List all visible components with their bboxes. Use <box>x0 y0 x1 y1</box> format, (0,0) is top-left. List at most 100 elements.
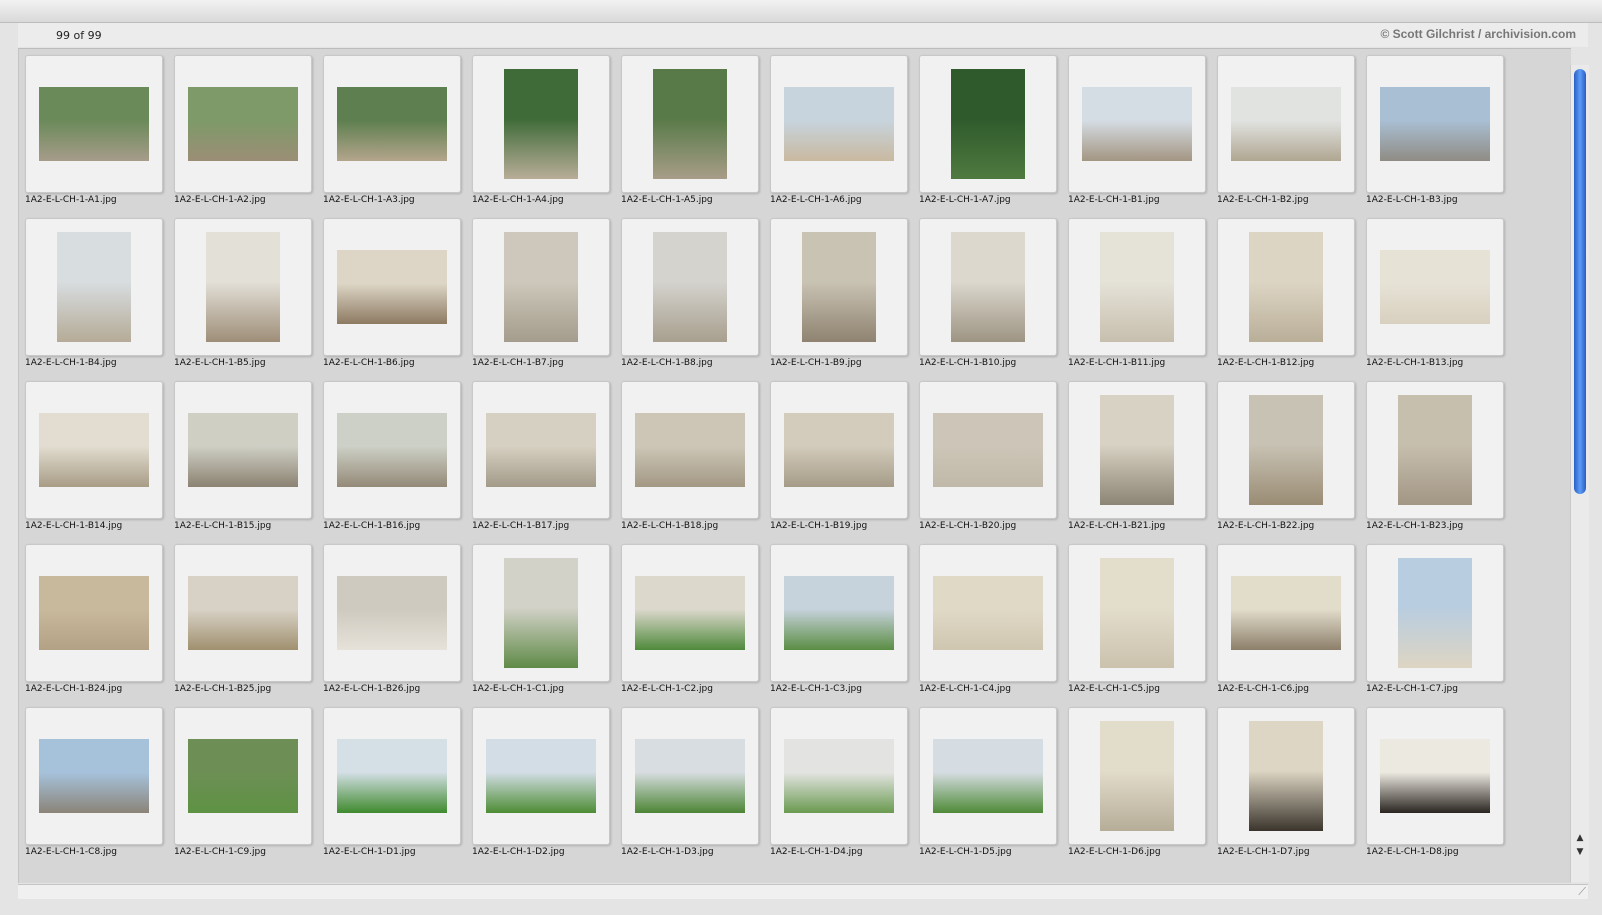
thumbnail-card[interactable] <box>472 381 610 519</box>
thumbnail-cell[interactable]: 1A2-E-L-CH-1-D2.jpg <box>466 701 610 861</box>
thumbnail-image[interactable] <box>1398 558 1472 668</box>
thumbnail-card[interactable] <box>770 381 908 519</box>
thumbnail-cell[interactable]: 1A2-E-L-CH-1-B18.jpg <box>615 375 759 535</box>
thumbnail-image[interactable] <box>1100 232 1174 342</box>
thumbnail-cell[interactable]: 1A2-E-L-CH-1-A5.jpg <box>615 49 759 209</box>
thumbnail-image[interactable] <box>39 739 149 813</box>
thumbnail-image[interactable] <box>504 232 578 342</box>
thumbnail-image[interactable] <box>784 576 894 650</box>
thumbnail-card[interactable] <box>919 544 1057 682</box>
thumbnail-image[interactable] <box>39 413 149 487</box>
thumbnail-image[interactable] <box>337 739 447 813</box>
thumbnail-card[interactable] <box>1068 381 1206 519</box>
thumbnail-card[interactable] <box>1068 544 1206 682</box>
thumbnail-card[interactable] <box>919 55 1057 193</box>
thumbnail-cell[interactable]: 1A2-E-L-CH-1-B2.jpg <box>1211 49 1355 209</box>
thumbnail-card[interactable] <box>323 55 461 193</box>
thumbnail-card[interactable] <box>1068 707 1206 845</box>
thumbnail-image[interactable] <box>337 576 447 650</box>
thumbnail-image[interactable] <box>784 87 894 161</box>
thumbnail-card[interactable] <box>323 544 461 682</box>
thumbnail-card[interactable] <box>174 544 312 682</box>
thumbnail-card[interactable] <box>323 707 461 845</box>
thumbnail-cell[interactable]: 1A2-E-L-CH-1-B26.jpg <box>317 538 461 698</box>
thumbnail-cell[interactable]: 1A2-E-L-CH-1-C4.jpg <box>913 538 1057 698</box>
thumbnail-card[interactable] <box>174 707 312 845</box>
resize-grip-icon[interactable]: ⟋ <box>1574 886 1586 898</box>
thumbnail-cell[interactable]: 1A2-E-L-CH-1-B3.jpg <box>1360 49 1504 209</box>
thumbnail-card[interactable] <box>472 55 610 193</box>
thumbnail-image[interactable] <box>1398 395 1472 505</box>
thumbnail-card[interactable] <box>472 707 610 845</box>
thumbnail-cell[interactable]: 1A2-E-L-CH-1-D3.jpg <box>615 701 759 861</box>
thumbnail-image[interactable] <box>1100 721 1174 831</box>
thumbnail-card[interactable] <box>1217 55 1355 193</box>
thumbnail-image[interactable] <box>1100 395 1174 505</box>
thumbnail-image[interactable] <box>784 413 894 487</box>
thumbnail-cell[interactable]: 1A2-E-L-CH-1-C9.jpg <box>168 701 312 861</box>
thumbnail-card[interactable] <box>25 381 163 519</box>
thumbnail-image[interactable] <box>653 232 727 342</box>
thumbnail-image[interactable] <box>337 250 447 324</box>
thumbnail-image[interactable] <box>39 87 149 161</box>
thumbnail-image[interactable] <box>188 87 298 161</box>
thumbnail-cell[interactable]: 1A2-E-L-CH-1-B5.jpg <box>168 212 312 372</box>
thumbnail-card[interactable] <box>919 218 1057 356</box>
thumbnail-cell[interactable]: 1A2-E-L-CH-1-D8.jpg <box>1360 701 1504 861</box>
thumbnail-card[interactable] <box>323 381 461 519</box>
thumbnail-card[interactable] <box>25 55 163 193</box>
thumbnail-card[interactable] <box>919 381 1057 519</box>
thumbnail-cell[interactable]: 1A2-E-L-CH-1-B14.jpg <box>19 375 163 535</box>
thumbnail-image[interactable] <box>1249 721 1323 831</box>
thumbnail-image[interactable] <box>784 739 894 813</box>
thumbnail-cell[interactable]: 1A2-E-L-CH-1-B20.jpg <box>913 375 1057 535</box>
thumbnail-card[interactable] <box>174 381 312 519</box>
thumbnail-cell[interactable]: 1A2-E-L-CH-1-A2.jpg <box>168 49 312 209</box>
thumbnail-card[interactable] <box>621 55 759 193</box>
thumbnail-cell[interactable]: 1A2-E-L-CH-1-B16.jpg <box>317 375 461 535</box>
thumbnail-image[interactable] <box>933 413 1043 487</box>
thumbnail-image[interactable] <box>951 232 1025 342</box>
thumbnail-image[interactable] <box>39 576 149 650</box>
thumbnail-card[interactable] <box>770 544 908 682</box>
vertical-scrollbar[interactable]: ▲ ▼ <box>1570 65 1589 882</box>
thumbnail-card[interactable] <box>1217 381 1355 519</box>
thumbnail-cell[interactable]: 1A2-E-L-CH-1-C8.jpg <box>19 701 163 861</box>
thumbnail-cell[interactable]: 1A2-E-L-CH-1-C7.jpg <box>1360 538 1504 698</box>
thumbnail-card[interactable] <box>770 707 908 845</box>
thumbnail-cell[interactable]: 1A2-E-L-CH-1-B22.jpg <box>1211 375 1355 535</box>
thumbnail-card[interactable] <box>621 544 759 682</box>
thumbnail-card[interactable] <box>1366 218 1504 356</box>
thumbnail-card[interactable] <box>770 218 908 356</box>
thumbnail-cell[interactable]: 1A2-E-L-CH-1-B25.jpg <box>168 538 312 698</box>
thumbnail-cell[interactable]: 1A2-E-L-CH-1-B8.jpg <box>615 212 759 372</box>
thumbnail-image[interactable] <box>933 739 1043 813</box>
thumbnail-card[interactable] <box>621 381 759 519</box>
thumbnail-image[interactable] <box>1231 576 1341 650</box>
thumbnail-image[interactable] <box>206 232 280 342</box>
thumbnail-card[interactable] <box>174 55 312 193</box>
thumbnail-image[interactable] <box>635 739 745 813</box>
thumbnail-cell[interactable]: 1A2-E-L-CH-1-D5.jpg <box>913 701 1057 861</box>
thumbnail-card[interactable] <box>25 218 163 356</box>
thumbnail-card[interactable] <box>1217 544 1355 682</box>
thumbnail-image[interactable] <box>504 69 578 179</box>
thumbnail-card[interactable] <box>770 55 908 193</box>
thumbnail-image[interactable] <box>57 232 131 342</box>
thumbnail-cell[interactable]: 1A2-E-L-CH-1-B12.jpg <box>1211 212 1355 372</box>
thumbnail-image[interactable] <box>486 413 596 487</box>
thumbnail-image[interactable] <box>933 576 1043 650</box>
thumbnail-image[interactable] <box>188 576 298 650</box>
thumbnail-card[interactable] <box>621 707 759 845</box>
thumbnail-cell[interactable]: 1A2-E-L-CH-1-D6.jpg <box>1062 701 1206 861</box>
thumbnail-image[interactable] <box>1380 739 1490 813</box>
thumbnail-cell[interactable]: 1A2-E-L-CH-1-B13.jpg <box>1360 212 1504 372</box>
thumbnail-card[interactable] <box>323 218 461 356</box>
thumbnail-cell[interactable]: 1A2-E-L-CH-1-B10.jpg <box>913 212 1057 372</box>
thumbnail-image[interactable] <box>337 87 447 161</box>
thumbnail-image[interactable] <box>1082 87 1192 161</box>
thumbnail-cell[interactable]: 1A2-E-L-CH-1-B9.jpg <box>764 212 908 372</box>
thumbnail-card[interactable] <box>1366 381 1504 519</box>
thumbnail-card[interactable] <box>1366 55 1504 193</box>
thumbnail-cell[interactable]: 1A2-E-L-CH-1-B6.jpg <box>317 212 461 372</box>
